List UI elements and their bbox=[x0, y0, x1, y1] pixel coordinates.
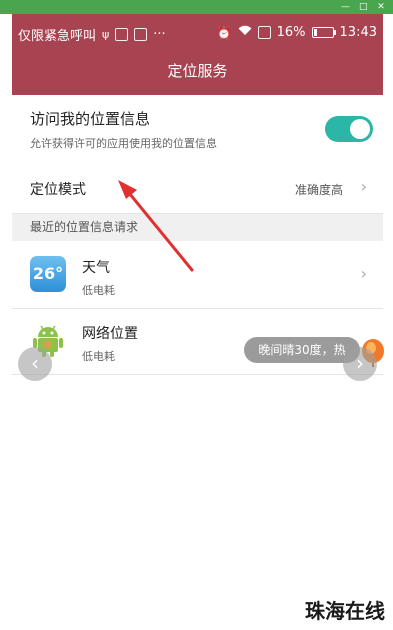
status-bar: 仅限紧急呼叫 ψ ··· ⏰ 16% 13:43 bbox=[12, 14, 383, 51]
prev-slide-button[interactable]: ‹ bbox=[18, 347, 52, 381]
access-location-desc: 允许获得许可的应用使用我的位置信息 bbox=[30, 137, 217, 150]
alarm-icon: ⏰ bbox=[216, 25, 232, 40]
app-row-weather[interactable]: 26° 天气 低电耗 › bbox=[12, 244, 383, 309]
access-location-row[interactable]: 访问我的位置信息 允许获得许可的应用使用我的位置信息 bbox=[12, 95, 383, 164]
close-icon[interactable]: ✕ bbox=[377, 3, 385, 12]
app-name: 网络位置 bbox=[82, 326, 138, 342]
location-toggle[interactable] bbox=[325, 116, 373, 142]
minimize-icon[interactable]: — bbox=[341, 3, 350, 12]
chevron-right-icon: › bbox=[360, 177, 367, 196]
access-location-title: 访问我的位置信息 bbox=[30, 110, 151, 128]
location-mode-label: 定位模式 bbox=[30, 182, 86, 198]
page-title: 定位服务 bbox=[12, 51, 383, 95]
more-notifications: ··· bbox=[153, 27, 166, 42]
location-mode-value: 准确度高 bbox=[294, 183, 343, 197]
carrier-status-text: 仅限紧急呼叫 bbox=[18, 29, 97, 44]
watermark: 珠海在线 bbox=[305, 599, 385, 623]
recent-requests-header: 最近的位置信息请求 bbox=[12, 214, 383, 241]
image-icon bbox=[115, 28, 129, 41]
weather-app-icon: 26° bbox=[30, 256, 66, 292]
usb-icon: ψ bbox=[102, 28, 110, 41]
phone-screen: 仅限紧急呼叫 ψ ··· ⏰ 16% 13:43 定位服务 访问我的位置信息 允… bbox=[12, 14, 384, 630]
maximize-icon[interactable]: □ bbox=[359, 3, 368, 12]
next-slide-button[interactable]: › bbox=[343, 347, 377, 381]
chevron-right-icon: › bbox=[360, 264, 367, 283]
location-mode-row[interactable]: 定位模式 准确度高 › bbox=[12, 163, 383, 214]
app-power-usage: 低电耗 bbox=[82, 284, 115, 297]
sim-icon bbox=[257, 26, 271, 39]
battery-icon bbox=[311, 27, 336, 38]
app-name: 天气 bbox=[82, 260, 110, 276]
clock: 13:43 bbox=[339, 25, 377, 40]
battery-percent: 16% bbox=[276, 25, 306, 40]
app-power-usage: 低电耗 bbox=[82, 350, 115, 363]
toggle-knob bbox=[350, 119, 370, 139]
window-controls: — □ ✕ bbox=[341, 0, 385, 14]
window-top-bar: — □ ✕ bbox=[0, 0, 393, 14]
message-icon bbox=[134, 28, 148, 41]
wifi-icon bbox=[238, 25, 252, 40]
